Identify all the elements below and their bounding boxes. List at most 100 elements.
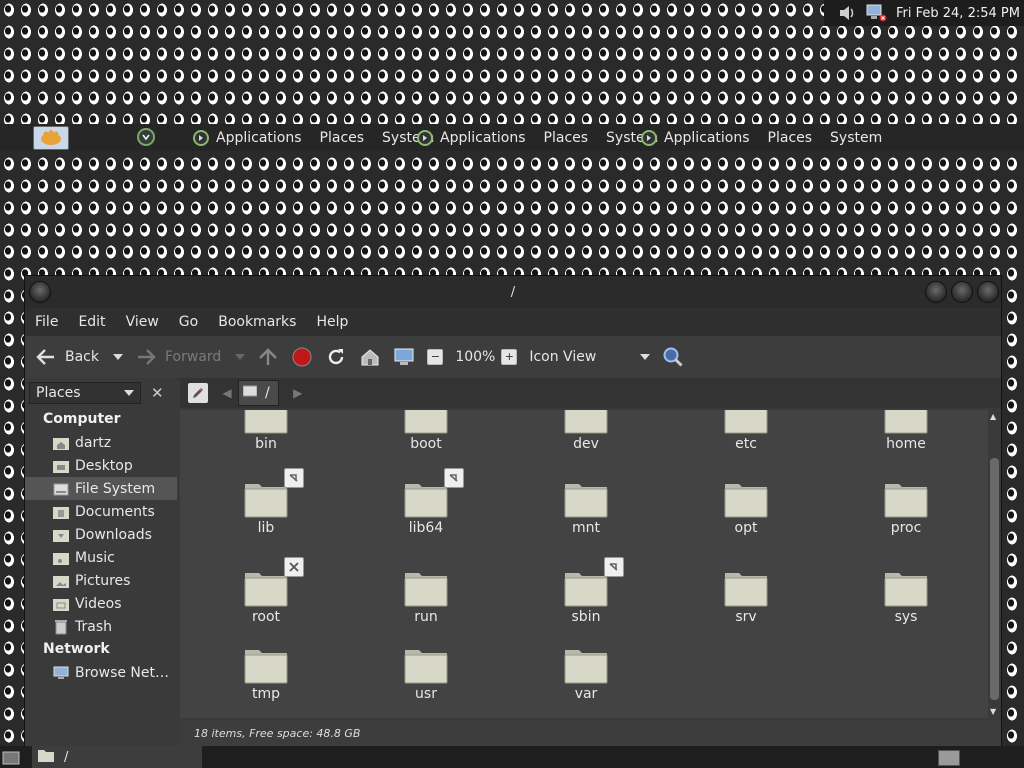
sidebar-item-documents[interactable]: Documents <box>25 500 177 523</box>
folder-icon <box>564 646 608 684</box>
network-icon <box>53 665 69 681</box>
file-item-usr[interactable]: usr <box>376 646 476 702</box>
file-item-var[interactable]: var <box>536 646 636 702</box>
sidebar-item-downloads[interactable]: Downloads <box>25 523 177 546</box>
file-item-root[interactable]: root <box>216 557 316 625</box>
file-item-run[interactable]: run <box>376 569 476 625</box>
menu-group-1: Applications Places System <box>192 124 452 151</box>
downloads-folder-icon <box>53 527 69 543</box>
path-scroll-left-icon[interactable]: ◀ <box>218 382 236 404</box>
applications-menu[interactable]: Applications <box>216 130 302 146</box>
close-icon[interactable] <box>977 281 999 303</box>
desktop-folder-icon <box>53 458 69 474</box>
file-item-etc[interactable]: etc <box>696 410 796 452</box>
scrollbar-thumb[interactable] <box>990 458 999 700</box>
launcher-logo-icon[interactable] <box>136 127 156 147</box>
applications-menu[interactable]: Applications <box>440 130 526 146</box>
file-item-sbin[interactable]: sbin <box>536 557 636 625</box>
sidebar-type-select[interactable]: Places <box>29 382 141 404</box>
sidebar-item-label: Videos <box>75 595 122 612</box>
system-menu[interactable]: System <box>830 130 882 146</box>
file-item-proc[interactable]: proc <box>856 480 956 536</box>
window-menu-icon[interactable] <box>29 281 51 303</box>
back-button[interactable]: Back <box>35 342 123 372</box>
menu-view[interactable]: View <box>126 314 159 330</box>
folder-icon <box>884 480 928 518</box>
sidebar-item-desktop[interactable]: Desktop <box>25 454 177 477</box>
show-desktop-icon[interactable] <box>2 748 20 766</box>
file-name: sbin <box>571 609 601 625</box>
forward-history-chevron-icon[interactable] <box>235 350 246 365</box>
window-titlebar[interactable]: / <box>25 276 1001 308</box>
forward-button[interactable]: Forward <box>135 342 246 372</box>
places-menu[interactable]: Places <box>544 130 589 146</box>
folder-icon <box>404 468 464 518</box>
back-history-chevron-icon[interactable] <box>113 350 123 365</box>
stop-icon <box>291 346 313 368</box>
file-item-opt[interactable]: opt <box>696 480 796 536</box>
folder-icon <box>564 410 608 434</box>
sidebar-item-trash[interactable]: Trash <box>25 615 177 638</box>
places-menu[interactable]: Places <box>320 130 365 146</box>
scroll-up-icon[interactable]: ▲ <box>990 412 996 421</box>
file-name: etc <box>735 436 757 452</box>
file-name: run <box>414 609 438 625</box>
menu-edit[interactable]: Edit <box>78 314 105 330</box>
file-item-lib[interactable]: lib <box>216 468 316 536</box>
sidebar-item-dartz[interactable]: dartz <box>25 431 177 454</box>
minimize-icon[interactable] <box>925 281 947 303</box>
maximize-icon[interactable] <box>951 281 973 303</box>
volume-icon[interactable] <box>836 2 858 24</box>
search-button[interactable] <box>662 342 684 372</box>
file-item-home[interactable]: home <box>856 410 956 452</box>
places-menu[interactable]: Places <box>768 130 813 146</box>
file-item-dev[interactable]: dev <box>536 410 636 452</box>
file-item-sys[interactable]: sys <box>856 569 956 625</box>
sidebar-close-icon[interactable]: ✕ <box>151 384 164 402</box>
file-item-bin[interactable]: bin <box>216 410 316 452</box>
file-icon-view[interactable]: bin boot dev etc home lib lib64 mnt opt proc root r… <box>180 410 988 718</box>
reload-button[interactable] <box>325 342 347 372</box>
workspace-switcher[interactable] <box>938 750 960 766</box>
applications-menu[interactable]: Applications <box>664 130 750 146</box>
scroll-down-icon[interactable]: ▼ <box>990 707 996 716</box>
sidebar-item-label: Trash <box>75 618 112 635</box>
clock[interactable]: Fri Feb 24, 2:54 PM <box>896 6 1020 21</box>
file-item-mnt[interactable]: mnt <box>536 480 636 536</box>
notification-area: Fri Feb 24, 2:54 PM <box>824 0 1024 26</box>
home-button[interactable] <box>359 342 381 372</box>
network-icon[interactable] <box>864 2 888 24</box>
zoom-in-button[interactable]: + <box>501 342 518 372</box>
sidebar-item-browse-network[interactable]: Browse Net… <box>25 661 177 684</box>
menu-help[interactable]: Help <box>316 314 348 330</box>
edit-location-icon[interactable] <box>188 383 208 403</box>
taskbar-item-file-manager[interactable]: / <box>32 746 202 768</box>
menu-bookmarks[interactable]: Bookmarks <box>218 314 296 330</box>
sidebar-item-label: Desktop <box>75 457 133 474</box>
sidebar-item-music[interactable]: Music <box>25 546 177 569</box>
taskbar-item-label: / <box>64 749 69 765</box>
menu-file[interactable]: File <box>35 314 58 330</box>
computer-button[interactable] <box>393 342 415 372</box>
file-item-tmp[interactable]: tmp <box>216 646 316 702</box>
up-button[interactable] <box>257 342 279 372</box>
file-item-srv[interactable]: srv <box>696 569 796 625</box>
stop-button[interactable] <box>291 342 313 372</box>
sidebar-item-file-system[interactable]: File System <box>25 477 177 500</box>
file-item-lib64[interactable]: lib64 <box>376 468 476 536</box>
sidebar-item-pictures[interactable]: Pictures <box>25 569 177 592</box>
path-button-root[interactable]: / <box>238 380 279 406</box>
search-icon <box>662 346 684 368</box>
folder-icon <box>244 646 288 684</box>
folder-icon <box>404 410 448 434</box>
file-item-boot[interactable]: boot <box>376 410 476 452</box>
menu-go[interactable]: Go <box>179 314 198 330</box>
drive-icon <box>242 385 258 401</box>
reload-icon <box>325 346 347 368</box>
sidebar-item-videos[interactable]: Videos <box>25 592 177 615</box>
vertical-scrollbar[interactable]: ▲ ▼ <box>988 410 1001 718</box>
path-scroll-right-icon[interactable]: ▶ <box>289 382 307 404</box>
view-mode-select[interactable]: Icon View <box>529 342 651 372</box>
zoom-out-button[interactable]: − <box>427 342 444 372</box>
main-menu-foot-icon[interactable] <box>33 126 69 150</box>
